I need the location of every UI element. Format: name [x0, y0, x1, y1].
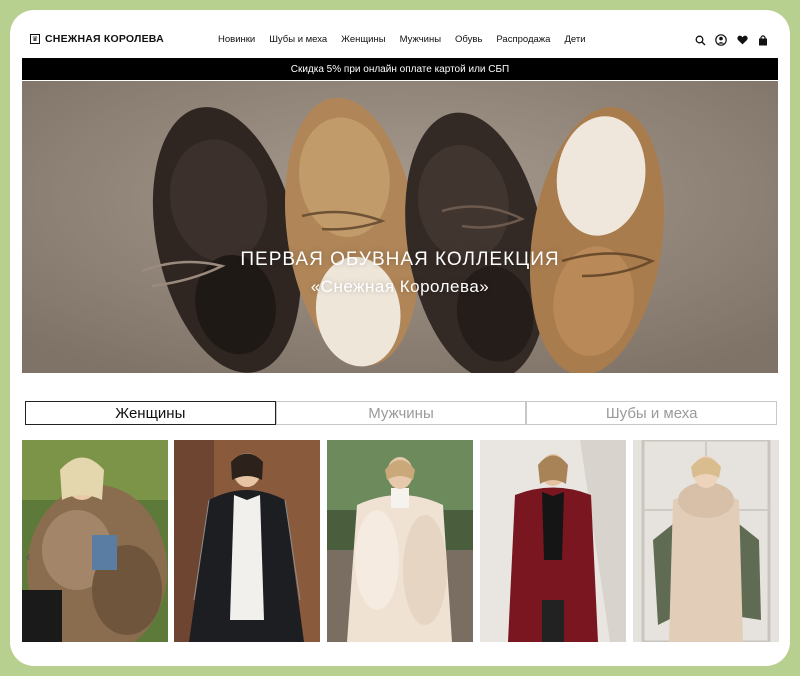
carousel-prev-icon[interactable]: ‹ — [26, 548, 31, 564]
search-icon[interactable] — [694, 34, 706, 46]
product-card[interactable] — [327, 440, 473, 642]
product-carousel — [22, 440, 779, 642]
product-photo-knit-vest — [633, 440, 779, 642]
promo-text: Скидка 5% при онлайн оплате картой или С… — [290, 63, 510, 75]
product-photo-leather-coat — [174, 440, 320, 642]
product-photo-burgundy-coat — [480, 440, 626, 642]
main-nav: Новинки Шубы и меха Женщины Мужчины Обув… — [218, 34, 586, 45]
brand-name: СНЕЖНАЯ КОРОЛЕВА — [45, 33, 164, 45]
hero-title: ПЕРВАЯ ОБУВНАЯ КОЛЛЕКЦИЯ — [240, 249, 560, 270]
header-icons — [694, 34, 769, 46]
product-photo-cream-fur — [327, 440, 473, 642]
tab-men[interactable]: Мужчины — [275, 401, 527, 425]
tab-furs[interactable]: Шубы и меха — [526, 401, 778, 425]
nav-item-women[interactable]: Женщины — [341, 34, 385, 45]
nav-item-men[interactable]: Мужчины — [400, 34, 441, 45]
product-card[interactable] — [633, 440, 779, 642]
crown-icon: ♛ — [30, 34, 40, 44]
nav-item-furs[interactable]: Шубы и меха — [269, 34, 327, 45]
product-card[interactable] — [174, 440, 320, 642]
hero-subtitle: «Снежная Королева» — [310, 277, 490, 296]
category-tabs: Женщины Мужчины Шубы и меха — [25, 401, 778, 425]
hero-image-moccasins — [22, 81, 778, 373]
page-frame: ♛ СНЕЖНАЯ КОРОЛЕВА Новинки Шубы и меха Ж… — [10, 10, 790, 666]
nav-item-kids[interactable]: Дети — [564, 34, 585, 45]
hero-banner[interactable]: ПЕРВАЯ ОБУВНАЯ КОЛЛЕКЦИЯ «Снежная Короле… — [22, 81, 778, 373]
account-icon[interactable] — [715, 34, 727, 46]
brand-logo[interactable]: ♛ СНЕЖНАЯ КОРОЛЕВА — [30, 33, 164, 45]
nav-item-new[interactable]: Новинки — [218, 34, 255, 45]
product-card[interactable] — [22, 440, 168, 642]
nav-item-shoes[interactable]: Обувь — [455, 34, 482, 45]
bag-icon[interactable] — [757, 34, 769, 46]
nav-item-sale[interactable]: Распродажа — [496, 34, 550, 45]
promo-bar[interactable]: Скидка 5% при онлайн оплате картой или С… — [22, 58, 778, 80]
heart-icon[interactable] — [736, 34, 748, 46]
product-card[interactable] — [480, 440, 626, 642]
tab-women[interactable]: Женщины — [25, 401, 276, 425]
site-header: ♛ СНЕЖНАЯ КОРОЛЕВА Новинки Шубы и меха Ж… — [10, 10, 790, 56]
product-photo-fur-coat — [22, 440, 168, 642]
